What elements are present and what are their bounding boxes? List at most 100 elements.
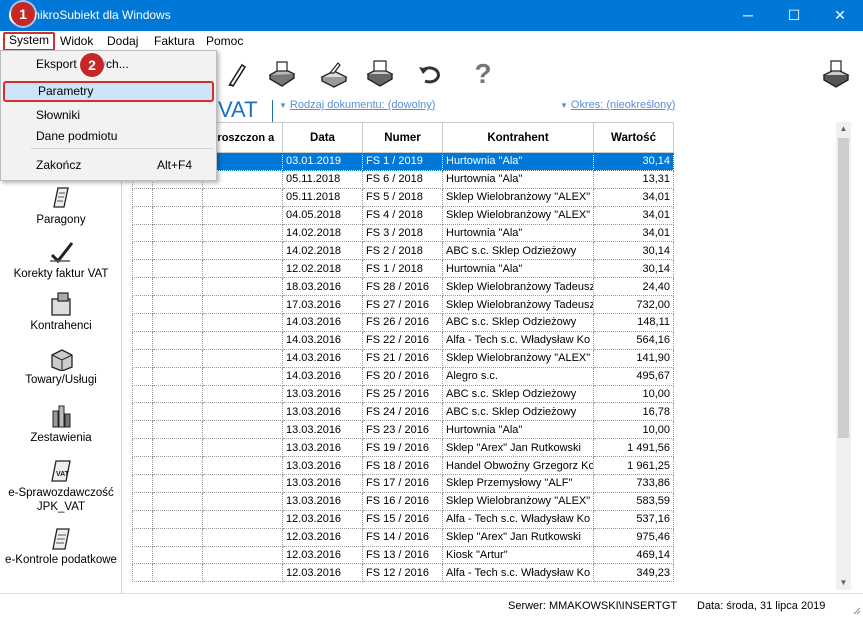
- maximize-button[interactable]: ☐: [771, 0, 817, 31]
- table-cell-empty: [152, 205, 203, 225]
- table-row[interactable]: 13.03.2016 FS 24 / 2016 ABC s.c. Sklep Odz…: [132, 402, 674, 422]
- pen-icon[interactable]: [222, 59, 252, 89]
- table-cell-empty: [152, 384, 203, 404]
- menu-dodaj[interactable]: Dodaj: [103, 33, 142, 50]
- sidebar-item-jpk[interactable]: VAT e-Sprawozdawczość JPK_VAT: [0, 457, 122, 514]
- table-cell-date: 17.03.2016: [282, 295, 363, 315]
- table-row[interactable]: 13.03.2016 FS 23 / 2016 Hurtownia "Ala" 10,…: [132, 420, 674, 440]
- table-cell-empty: [202, 456, 283, 476]
- help-icon[interactable]: ?: [468, 59, 498, 89]
- scrollbar-thumb[interactable]: [838, 138, 849, 438]
- table-row[interactable]: 18.03.2016 FS 28 / 2016 Sklep Wielobranżow…: [132, 277, 674, 297]
- column-header-value[interactable]: Wartość: [593, 122, 674, 153]
- table-cell-empty: [202, 527, 283, 547]
- table-row[interactable]: 13.03.2016 FS 16 / 2016 Sklep Wielobranżow…: [132, 491, 674, 511]
- menu-system[interactable]: System: [3, 32, 56, 51]
- sidebar-item-label: e-Kontrole podatkowe: [5, 554, 117, 566]
- document-type-filter[interactable]: ▼ Rodzaj dokumentu: (dowolny): [279, 99, 435, 111]
- table-row[interactable]: 13.03.2016 FS 25 / 2016 ABC s.c. Sklep Odz…: [132, 384, 674, 404]
- table-cell-value: 469,14: [593, 545, 674, 565]
- status-date: Data: środa, 31 lipca 2019: [697, 600, 826, 612]
- document-type-filter-label: Rodzaj dokumentu: (dowolny): [289, 99, 436, 111]
- export-icon[interactable]: [318, 59, 348, 89]
- sidebar-item-label: Kontrahenci: [30, 320, 92, 332]
- menu-item-zakoncz-label: Zakończ: [36, 158, 82, 172]
- chevron-down-icon: ▼: [560, 101, 568, 110]
- table-cell-empty: [152, 313, 203, 332]
- table-cell-date: 05.11.2018: [282, 169, 363, 189]
- table-cell-date: 12.03.2016: [282, 563, 363, 583]
- table-cell-empty: [202, 474, 283, 493]
- close-button[interactable]: ✕: [817, 0, 863, 31]
- vertical-scrollbar[interactable]: ▲ ▼: [836, 122, 851, 590]
- print-icon[interactable]: [364, 59, 394, 89]
- menu-item-slowniki[interactable]: Słowniki: [3, 105, 214, 126]
- table-cell-empty: [132, 295, 153, 315]
- table-cell-number: FS 3 / 2018: [362, 223, 443, 243]
- table-cell-number: FS 26 / 2016: [362, 313, 443, 332]
- table-cell-empty: [152, 438, 203, 458]
- table-row[interactable]: 13.03.2016 FS 18 / 2016 Handel Obwoźny Grz…: [132, 456, 674, 476]
- refresh-icon[interactable]: [416, 59, 446, 89]
- printer-setup-icon[interactable]: [820, 59, 850, 89]
- jpk-vat-icon: VAT: [51, 460, 71, 482]
- sidebar-item-ekontrole[interactable]: e-Kontrole podatkowe: [0, 525, 122, 566]
- table-row[interactable]: 13.03.2016 FS 17 / 2016 Sklep Przemysłowy …: [132, 474, 674, 493]
- table-cell-number: FS 1 / 2019: [362, 152, 443, 171]
- table-cell-empty: [132, 545, 153, 565]
- table-cell-number: FS 17 / 2016: [362, 474, 443, 493]
- sidebar-item-towary[interactable]: Towary/Usługi: [0, 345, 122, 386]
- table-row[interactable]: 14.02.2018 FS 3 / 2018 Hurtownia "Ala" 34,0…: [132, 223, 674, 243]
- scroll-up-icon[interactable]: ▲: [836, 122, 851, 136]
- menu-item-export[interactable]: Eksport danych...: [3, 54, 214, 75]
- table-cell-number: FS 1 / 2018: [362, 259, 443, 279]
- reports-icon: [52, 405, 71, 428]
- menu-item-parametry[interactable]: Parametry: [3, 81, 214, 102]
- menu-item-zakoncz[interactable]: Zakończ Alt+F4: [3, 155, 214, 176]
- resize-grip-icon[interactable]: [851, 605, 861, 615]
- table-row[interactable]: 12.03.2016 FS 12 / 2016 Alfa - Tech s.c. W…: [132, 563, 674, 583]
- column-header-date[interactable]: Data: [282, 122, 363, 153]
- table-cell-value: 16,78: [593, 402, 674, 422]
- table-cell-empty: [202, 420, 283, 440]
- table-row[interactable]: 14.03.2016 FS 21 / 2016 Sklep Wielobranżow…: [132, 348, 674, 368]
- table-cell-empty: [152, 348, 203, 368]
- table-row[interactable]: 05.11.2018 FS 5 / 2018 Sklep Wielobranżowy…: [132, 187, 674, 207]
- table-cell-date: 13.03.2016: [282, 420, 363, 440]
- sidebar-item-korekty[interactable]: Korekty faktur VAT: [0, 239, 122, 280]
- table-row[interactable]: 12.03.2016 FS 15 / 2016 Alfa - Tech s.c. W…: [132, 509, 674, 529]
- menu-widok[interactable]: Widok: [56, 33, 97, 50]
- table-cell-empty: [152, 509, 203, 529]
- table-cell-number: FS 22 / 2016: [362, 330, 443, 350]
- sidebar-item-kontrahenci[interactable]: Kontrahenci: [0, 291, 122, 332]
- printer-icon[interactable]: [266, 59, 296, 89]
- table-cell-empty: [152, 563, 203, 583]
- sidebar-item-paragony[interactable]: Paragony: [0, 185, 122, 226]
- table-row[interactable]: 12.02.2018 FS 1 / 2018 Hurtownia "Ala" 30,1…: [132, 259, 674, 279]
- table-cell-empty: [202, 491, 283, 511]
- table-cell-value: 537,16: [593, 509, 674, 529]
- table-row[interactable]: 12.03.2016 FS 13 / 2016 Kiosk "Artur" 469,1…: [132, 545, 674, 565]
- table-cell-value: 732,00: [593, 295, 674, 315]
- minimize-button[interactable]: ─: [725, 0, 771, 31]
- period-filter-label: Okres: (nieokreślony): [570, 99, 676, 111]
- sidebar-item-zestawienia[interactable]: Zestawienia: [0, 403, 122, 444]
- menu-pomoc[interactable]: Pomoc: [202, 33, 247, 50]
- column-header-number[interactable]: Numer: [362, 122, 443, 153]
- menu-faktura[interactable]: Faktura: [150, 33, 199, 50]
- table-row[interactable]: 04.05.2018 FS 4 / 2018 Sklep Wielobranżowy…: [132, 205, 674, 225]
- table-cell-empty: [132, 402, 153, 422]
- table-row[interactable]: 14.03.2016 FS 22 / 2016 Alfa - Tech s.c. W…: [132, 330, 674, 350]
- period-filter[interactable]: ▼ Okres: (nieokreślony): [560, 99, 675, 111]
- menu-item-dane-podmiotu[interactable]: Dane podmiotu: [3, 126, 214, 147]
- table-row[interactable]: 14.03.2016 FS 26 / 2016 ABC s.c. Sklep Odz…: [132, 313, 674, 332]
- column-header-contractor[interactable]: Kontrahent: [442, 122, 594, 153]
- table-row[interactable]: 17.03.2016 FS 27 / 2016 Sklep Wielobranżow…: [132, 295, 674, 315]
- scroll-down-icon[interactable]: ▼: [836, 576, 851, 590]
- table-row[interactable]: 12.03.2016 FS 14 / 2016 Sklep "Arex" Jan R…: [132, 527, 674, 547]
- table-row[interactable]: 14.02.2018 FS 2 / 2018 ABC s.c. Sklep Odzi…: [132, 241, 674, 261]
- table-row[interactable]: 14.03.2016 FS 20 / 2016 Alegro s.c. 495,67: [132, 366, 674, 386]
- table-row[interactable]: 13.03.2016 FS 19 / 2016 Sklep "Arex" Jan R…: [132, 438, 674, 458]
- table-cell-contractor: Alfa - Tech s.c. Władysław Ko: [442, 330, 594, 350]
- table-cell-empty: [152, 277, 203, 297]
